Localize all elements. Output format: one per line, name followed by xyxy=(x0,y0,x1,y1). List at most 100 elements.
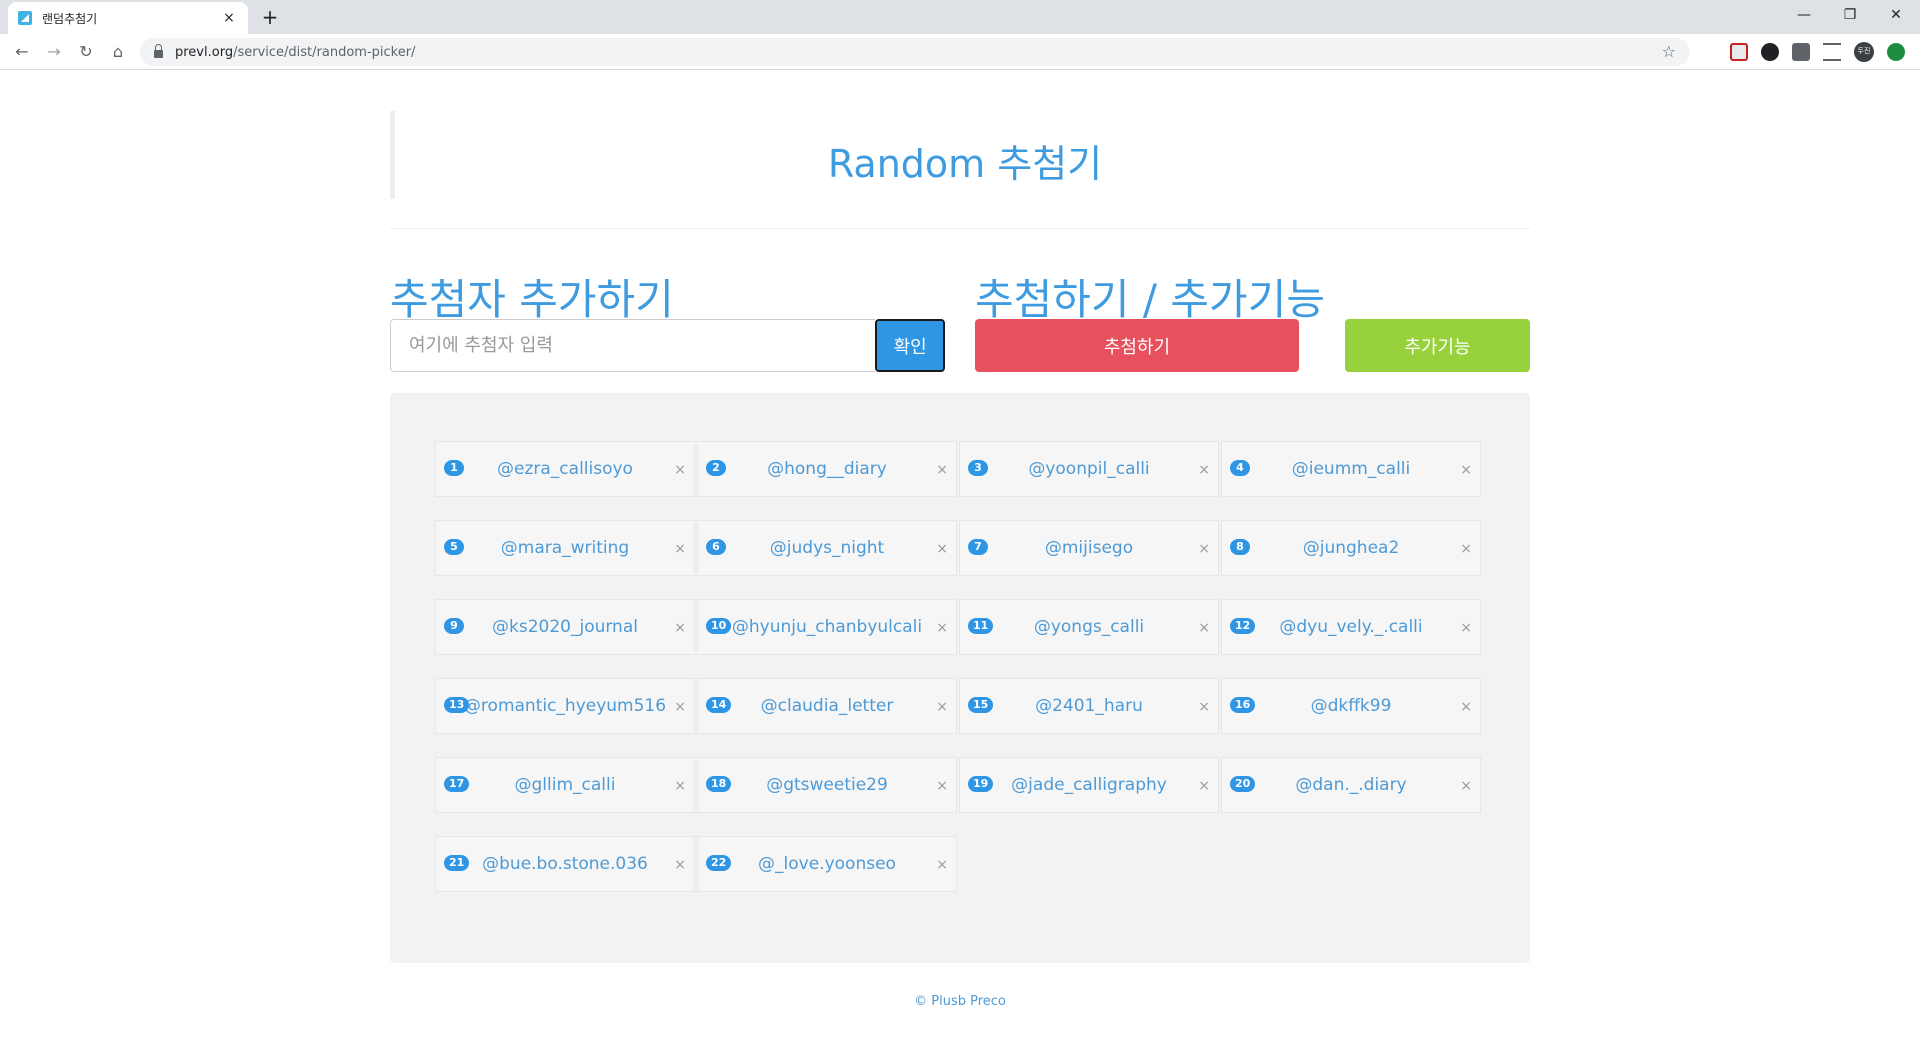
entry-name: @romantic_hyeyum516 xyxy=(463,696,667,716)
entry-number-badge: 17 xyxy=(444,776,470,792)
entry-item: 19 @jade_calligraphy × xyxy=(959,757,1219,813)
entry-number-badge: 8 xyxy=(1230,539,1250,555)
entry-name: @claudia_letter xyxy=(760,696,894,716)
entry-number-badge: 5 xyxy=(444,539,464,555)
draw-section-title: 추첨하기 / 추가기능 xyxy=(975,275,1325,324)
entry-item: 22 @_love.yoonseo × xyxy=(697,836,957,892)
profile-avatar[interactable]: 두진 xyxy=(1854,42,1874,62)
entry-item: 17 @gllim_calli × xyxy=(435,757,695,813)
url-host: prevl.org xyxy=(175,44,234,60)
entry-name: @hyunju_chanbyulcali xyxy=(731,617,923,637)
remove-entry-icon[interactable]: × xyxy=(674,620,686,636)
entry-number-badge: 4 xyxy=(1230,460,1250,476)
remove-entry-icon[interactable]: × xyxy=(674,857,686,873)
entry-number-badge: 16 xyxy=(1230,697,1256,713)
remove-entry-icon[interactable]: × xyxy=(1460,778,1472,794)
new-tab-button[interactable]: + xyxy=(258,6,282,30)
page-title: Random 추첨기 xyxy=(827,142,1103,186)
remove-entry-icon[interactable]: × xyxy=(936,620,948,636)
entry-number-badge: 10 xyxy=(706,618,732,634)
remove-entry-icon[interactable]: × xyxy=(1198,462,1210,478)
forward-icon[interactable]: → xyxy=(42,40,66,64)
confirm-button[interactable]: 확인 xyxy=(875,319,945,372)
restore-button[interactable]: ❐ xyxy=(1830,4,1870,28)
entry-item: 20 @dan._.diary × xyxy=(1221,757,1481,813)
entry-name: @mara_writing xyxy=(500,538,630,558)
remove-entry-icon[interactable]: × xyxy=(1198,699,1210,715)
remove-entry-icon[interactable]: × xyxy=(674,778,686,794)
remove-entry-icon[interactable]: × xyxy=(1198,778,1210,794)
minimize-button[interactable]: — xyxy=(1784,4,1824,28)
entry-name: @dkffk99 xyxy=(1310,696,1392,716)
remove-entry-icon[interactable]: × xyxy=(936,541,948,557)
remove-entry-icon[interactable]: × xyxy=(936,778,948,794)
entry-name-input[interactable] xyxy=(390,319,876,372)
lock-icon xyxy=(154,44,163,58)
update-indicator-icon[interactable] xyxy=(1887,43,1905,61)
entry-name: @_love.yoonseo xyxy=(758,854,896,874)
entry-name: @gllim_calli xyxy=(514,775,616,795)
entry-item: 16 @dkffk99 × xyxy=(1221,678,1481,734)
draw-button[interactable]: 추첨하기 xyxy=(975,319,1299,372)
footer-credit: © Plusb Preco xyxy=(914,994,1006,1009)
entry-item: 3 @yoonpil_calli × xyxy=(959,441,1219,497)
reload-icon[interactable]: ↻ xyxy=(74,40,98,64)
entry-number-badge: 2 xyxy=(706,460,726,476)
remove-entry-icon[interactable]: × xyxy=(1460,462,1472,478)
entry-name: @hong__diary xyxy=(767,459,887,479)
entry-item: 14 @claudia_letter × xyxy=(697,678,957,734)
entry-name: @yongs_calli xyxy=(1033,617,1145,637)
entry-item: 9 @ks2020_journal × xyxy=(435,599,695,655)
home-icon[interactable]: ⌂ xyxy=(106,40,130,64)
remove-entry-icon[interactable]: × xyxy=(936,699,948,715)
entry-item: 21 @bue.bo.stone.036 × xyxy=(435,836,695,892)
browser-toolbar: ← → ↻ ⌂ prevl.org/service/dist/random-pi… xyxy=(0,34,1920,70)
remove-entry-icon[interactable]: × xyxy=(674,541,686,557)
reading-list-icon[interactable] xyxy=(1823,43,1841,61)
header-block: Random 추첨기 xyxy=(390,111,1530,199)
entry-item: 7 @mijisego × xyxy=(959,520,1219,576)
remove-entry-icon[interactable]: × xyxy=(1460,699,1472,715)
entry-item: 6 @judys_night × xyxy=(697,520,957,576)
cast-extension-icon[interactable] xyxy=(1730,43,1748,61)
remove-entry-icon[interactable]: × xyxy=(1460,620,1472,636)
remove-entry-icon[interactable]: × xyxy=(936,857,948,873)
entry-item: 2 @hong__diary × xyxy=(697,441,957,497)
entry-name: @bue.bo.stone.036 xyxy=(482,854,648,874)
address-bar[interactable]: prevl.org/service/dist/random-picker/ ☆ xyxy=(140,38,1690,66)
remove-entry-icon[interactable]: × xyxy=(1198,541,1210,557)
extensions-puzzle-icon[interactable] xyxy=(1792,43,1810,61)
remove-entry-icon[interactable]: × xyxy=(1198,620,1210,636)
shield-extension-icon[interactable] xyxy=(1761,43,1779,61)
back-icon[interactable]: ← xyxy=(10,40,34,64)
bookmark-star-icon[interactable]: ☆ xyxy=(1662,42,1676,61)
entry-number-badge: 21 xyxy=(444,855,470,871)
entry-number-badge: 15 xyxy=(968,697,994,713)
window-close-button[interactable]: ✕ xyxy=(1876,4,1916,28)
entry-name: @yoonpil_calli xyxy=(1028,459,1150,479)
entry-name: @2401_haru xyxy=(1035,696,1143,716)
add-section-title: 추첨자 추가하기 xyxy=(390,275,674,324)
browser-tab-bar: 랜덤추첨기 × + — ❐ ✕ xyxy=(0,0,1920,34)
tab-close-button[interactable]: × xyxy=(220,10,238,26)
entry-number-badge: 20 xyxy=(1230,776,1256,792)
entry-name: @mijisego xyxy=(1044,538,1134,558)
entry-item: 4 @ieumm_calli × xyxy=(1221,441,1481,497)
entry-item: 15 @2401_haru × xyxy=(959,678,1219,734)
entry-name: @junghea2 xyxy=(1302,538,1400,558)
entry-number-badge: 1 xyxy=(444,460,464,476)
tab-title: 랜덤추첨기 xyxy=(42,11,98,26)
remove-entry-icon[interactable]: × xyxy=(1460,541,1472,557)
add-entry-form: 확인 xyxy=(390,319,945,372)
favicon-icon xyxy=(18,11,32,25)
remove-entry-icon[interactable]: × xyxy=(674,462,686,478)
entry-number-badge: 11 xyxy=(968,618,994,634)
entry-item: 18 @gtsweetie29 × xyxy=(697,757,957,813)
entry-item: 12 @dyu_vely._.calli × xyxy=(1221,599,1481,655)
entry-number-badge: 13 xyxy=(444,697,470,713)
remove-entry-icon[interactable]: × xyxy=(936,462,948,478)
extra-features-button[interactable]: 추가기능 xyxy=(1345,319,1530,372)
remove-entry-icon[interactable]: × xyxy=(674,699,686,715)
browser-tab[interactable]: 랜덤추첨기 × xyxy=(8,2,248,34)
divider xyxy=(390,228,1530,229)
